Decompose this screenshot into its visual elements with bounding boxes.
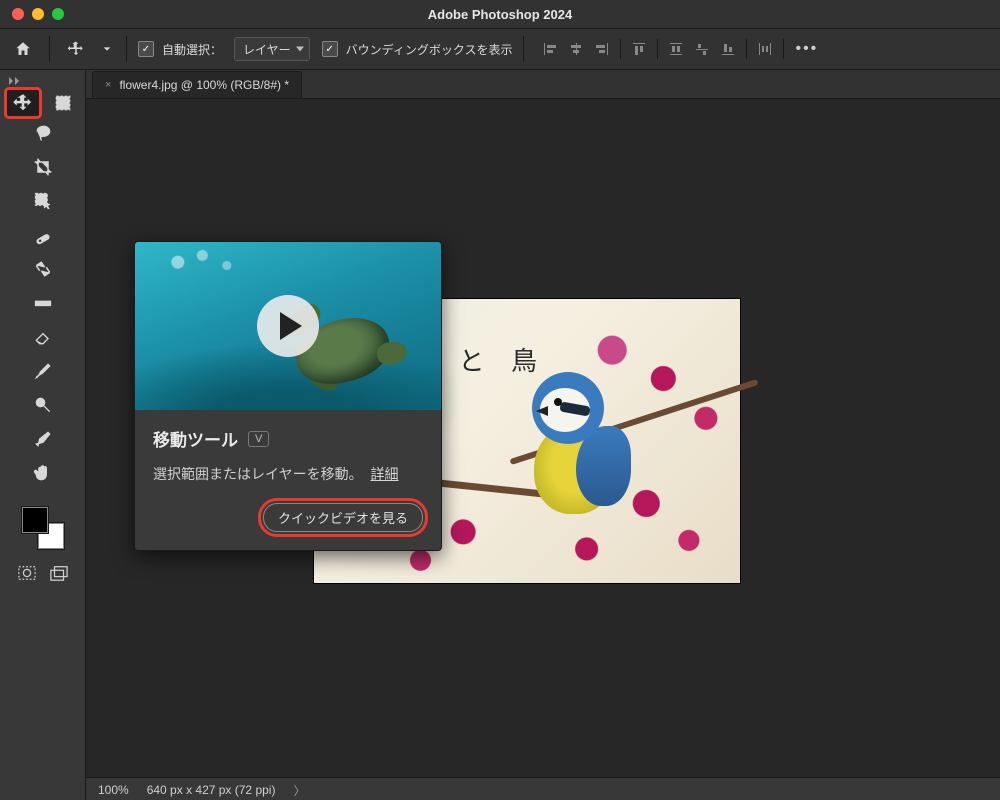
hand-tool[interactable]	[25, 458, 61, 488]
divider	[620, 39, 621, 59]
align-right-button[interactable]	[591, 38, 613, 60]
show-bbox-checkbox[interactable]	[322, 41, 338, 57]
window-titlebar: Adobe Photoshop 2024	[0, 0, 1000, 29]
crop-tool[interactable]	[25, 152, 61, 182]
gradient-tool[interactable]	[25, 288, 61, 318]
align-top-button[interactable]	[628, 38, 650, 60]
foreground-color-swatch[interactable]	[21, 506, 49, 534]
close-tab-button[interactable]: ×	[105, 79, 111, 91]
auto-select-checkbox[interactable]	[138, 41, 154, 57]
divider	[783, 39, 784, 59]
toolbox-collapse-toggle[interactable]	[0, 74, 85, 88]
divider	[49, 36, 50, 62]
canvas[interactable]: 花 と 鳥 移動ツール V 選択範囲またはレイ	[86, 99, 1000, 777]
distribute-top-button[interactable]	[665, 38, 687, 60]
align-buttons-group: •••	[539, 38, 822, 60]
auto-select-label: 自動選択：	[162, 41, 222, 58]
toolbox-panel	[0, 70, 86, 800]
tool-tooltip: 移動ツール V 選択範囲またはレイヤーを移動。 詳細 クイックビデオを見る	[134, 241, 442, 551]
show-bbox-label: バウンディングボックスを表示	[346, 41, 513, 58]
distribute-vcenter-button[interactable]	[691, 38, 713, 60]
move-tool[interactable]	[5, 88, 41, 118]
document-tab-bar: × flower4.jpg @ 100% (RGB/8#) *	[86, 70, 1000, 99]
document-tab[interactable]: × flower4.jpg @ 100% (RGB/8#) *	[92, 71, 302, 98]
tooltip-video-thumbnail[interactable]	[135, 242, 441, 410]
zoom-level[interactable]: 100%	[98, 783, 129, 797]
more-options-button[interactable]: •••	[791, 40, 822, 58]
content-aware-move-tool[interactable]	[25, 254, 61, 284]
color-swatches[interactable]	[21, 506, 65, 550]
tooltip-description: 選択範囲またはレイヤーを移動。	[153, 466, 363, 482]
auto-select-target-dropdown[interactable]: レイヤー	[234, 37, 310, 61]
window-controls	[0, 8, 64, 20]
rectangular-marquee-tool[interactable]	[45, 88, 81, 118]
lasso-tool[interactable]	[25, 118, 61, 148]
options-bar: 自動選択： レイヤー バウンディングボックスを表示 •••	[0, 29, 1000, 70]
distribute-hspacing-button[interactable]	[754, 38, 776, 60]
auto-select-target-value: レイヤー	[243, 41, 291, 58]
minimize-window-button[interactable]	[32, 8, 44, 20]
align-left-button[interactable]	[539, 38, 561, 60]
document-tab-label: flower4.jpg @ 100% (RGB/8#) *	[119, 78, 289, 92]
decoration	[504, 354, 644, 524]
divider	[126, 36, 127, 62]
move-tool-icon[interactable]	[61, 34, 91, 64]
tooltip-learn-more-link[interactable]: 詳細	[366, 466, 402, 482]
play-icon[interactable]	[257, 295, 319, 357]
home-button[interactable]	[8, 34, 38, 64]
quick-mask-button[interactable]	[16, 564, 38, 582]
divider	[746, 39, 747, 59]
brush-tool[interactable]	[25, 356, 61, 386]
distribute-bottom-button[interactable]	[717, 38, 739, 60]
document-dimensions[interactable]: 640 px x 427 px (72 ppi)	[147, 783, 276, 797]
status-bar: 100% 640 px x 427 px (72 ppi) 〉	[86, 777, 1000, 800]
align-hcenter-button[interactable]	[565, 38, 587, 60]
screen-mode-button[interactable]	[48, 564, 70, 582]
status-menu-chevron-icon[interactable]: 〉	[293, 782, 305, 799]
tool-preset-dropdown[interactable]	[99, 34, 115, 64]
tooltip-shortcut-key: V	[248, 431, 269, 447]
eraser-tool[interactable]	[25, 322, 61, 352]
zoom-window-button[interactable]	[52, 8, 64, 20]
close-window-button[interactable]	[12, 8, 24, 20]
dodge-tool[interactable]	[25, 390, 61, 420]
document-area: × flower4.jpg @ 100% (RGB/8#) * 花 と 鳥	[86, 70, 1000, 800]
app-title: Adobe Photoshop 2024	[0, 7, 1000, 22]
spot-healing-brush-tool[interactable]	[25, 220, 61, 250]
divider	[523, 36, 524, 62]
pen-tool[interactable]	[25, 424, 61, 454]
divider	[657, 39, 658, 59]
tooltip-watch-video-button[interactable]: クイックビデオを見る	[263, 503, 423, 532]
tooltip-title: 移動ツール	[153, 426, 238, 451]
object-selection-tool[interactable]	[25, 186, 61, 216]
